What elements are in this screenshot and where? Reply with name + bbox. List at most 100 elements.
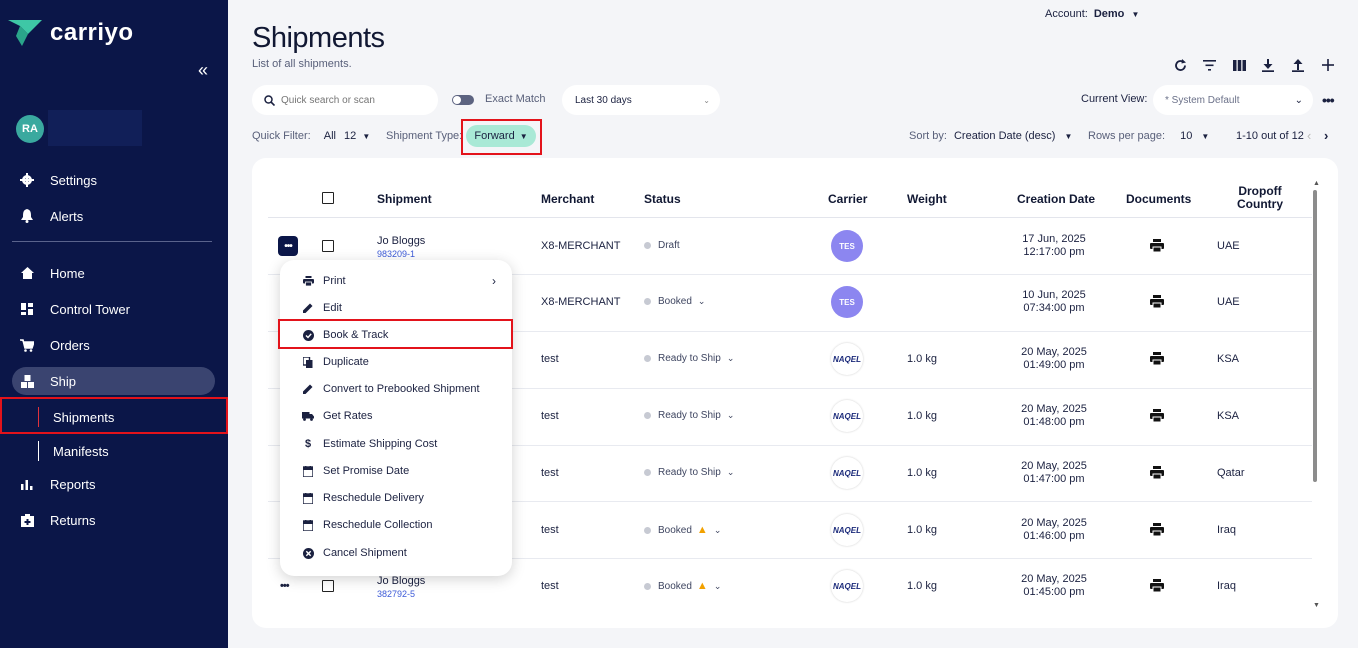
- menu-item-label: Reschedule Collection: [323, 519, 433, 531]
- search-box[interactable]: [252, 85, 438, 115]
- quick-filter-label: Quick Filter:: [252, 130, 311, 142]
- menu-item-duplicate[interactable]: Duplicate: [280, 350, 512, 374]
- sidebar-item-home[interactable]: Home: [0, 259, 228, 287]
- select-all-checkbox[interactable]: [322, 192, 334, 204]
- upload-icon[interactable]: [1290, 57, 1306, 73]
- creation-time: 01:46:00 pm: [1023, 530, 1085, 542]
- menu-item-convert-to-prebooked-shipment[interactable]: Convert to Prebooked Shipment: [280, 377, 512, 401]
- dropoff-country-cell: KSA: [1217, 410, 1240, 422]
- plus-icon[interactable]: [1320, 57, 1336, 73]
- status-text: Booked: [658, 524, 692, 536]
- column-header-weight[interactable]: Weight: [907, 192, 947, 206]
- menu-item-get-rates[interactable]: Get Rates: [280, 404, 512, 428]
- menu-item-estimate-shipping-cost[interactable]: $ Estimate Shipping Cost: [280, 432, 512, 456]
- chevron-down-icon[interactable]: ⌄: [714, 581, 722, 592]
- chevron-right-icon[interactable]: ›: [1324, 128, 1328, 143]
- row-actions-button[interactable]: •••: [280, 580, 290, 592]
- menu-item-print[interactable]: Print ›: [280, 269, 512, 293]
- chevron-left-icon[interactable]: ‹: [1307, 128, 1311, 143]
- column-header-carrier[interactable]: Carrier: [828, 192, 867, 206]
- carrier-logo: TES: [831, 286, 863, 318]
- brand-logo[interactable]: carriyo: [8, 18, 134, 48]
- status-badge[interactable]: Booked ⌄: [644, 296, 705, 307]
- chevron-down-icon: ⌄: [703, 95, 710, 105]
- scroll-down-icon[interactable]: ▼: [1313, 602, 1320, 609]
- printer-icon[interactable]: [1150, 239, 1164, 253]
- menu-item-set-promise-date[interactable]: Set Promise Date: [280, 459, 512, 483]
- sidebar-item-ship[interactable]: Ship: [12, 367, 215, 395]
- shipment-id-link[interactable]: 382792-5: [377, 589, 415, 599]
- chevron-down-icon: ▼: [1131, 10, 1140, 19]
- vertical-scrollbar[interactable]: [1313, 190, 1317, 482]
- more-options-icon[interactable]: •••: [1322, 92, 1335, 108]
- column-header-shipment[interactable]: Shipment: [377, 192, 432, 206]
- printer-icon[interactable]: [1150, 352, 1164, 366]
- creation-date: 10 Jun, 2025: [1022, 289, 1086, 301]
- current-view-select[interactable]: * System Default ⌄: [1153, 85, 1313, 115]
- columns-icon[interactable]: [1231, 57, 1247, 73]
- exact-match-toggle[interactable]: [452, 95, 474, 105]
- creation-date: 20 May, 2025: [1021, 573, 1087, 585]
- chevron-down-icon[interactable]: ⌄: [698, 296, 706, 307]
- refresh-icon[interactable]: [1172, 57, 1188, 73]
- sort-by[interactable]: Sort by: Creation Date (desc) ▼: [909, 130, 1072, 142]
- chevron-down-icon[interactable]: ⌄: [727, 353, 735, 364]
- column-header-status[interactable]: Status: [644, 192, 681, 206]
- column-header-creation-date[interactable]: Creation Date: [1017, 192, 1095, 206]
- sort-value: Creation Date (desc): [953, 130, 1056, 142]
- creation-time: 01:48:00 pm: [1023, 416, 1085, 428]
- account-selector[interactable]: Account: Demo ▼: [1045, 8, 1139, 20]
- column-header-merchant[interactable]: Merchant: [541, 192, 594, 206]
- merchant-cell: X8-MERCHANT: [541, 296, 621, 308]
- download-icon[interactable]: [1260, 57, 1276, 73]
- menu-item-edit[interactable]: Edit: [280, 296, 512, 320]
- column-header-documents[interactable]: Documents: [1126, 192, 1191, 206]
- sidebar: carriyo « RA Settings Alerts Home Contro…: [0, 0, 228, 648]
- creation-time: 01:45:00 pm: [1023, 586, 1085, 598]
- scroll-up-icon[interactable]: ▲: [1313, 180, 1320, 187]
- status-badge[interactable]: Ready to Ship ⌄: [644, 410, 734, 421]
- chevron-down-icon[interactable]: ⌄: [714, 525, 722, 536]
- menu-item-reschedule-delivery[interactable]: Reschedule Delivery: [280, 486, 512, 510]
- row-checkbox[interactable]: [322, 240, 334, 252]
- printer-icon[interactable]: [1150, 409, 1164, 423]
- printer-icon[interactable]: [1150, 295, 1164, 309]
- row-context-menu: Print › Edit Book & Track Duplicate Convert t…: [280, 260, 512, 576]
- row-actions-button[interactable]: •••: [278, 236, 298, 256]
- status-badge[interactable]: Booked ▲ ⌄: [644, 580, 721, 592]
- filter-icon[interactable]: [1201, 57, 1217, 73]
- weight-cell: 1.0 kg: [907, 353, 937, 365]
- date-range-select[interactable]: Last 30 days ⌄: [562, 85, 720, 115]
- sidebar-item-orders[interactable]: Orders: [0, 331, 228, 359]
- printer-icon[interactable]: [1150, 523, 1164, 537]
- chevron-down-icon[interactable]: ⌄: [727, 467, 735, 478]
- printer-icon[interactable]: [1150, 466, 1164, 480]
- menu-item-cancel-shipment[interactable]: Cancel Shipment: [280, 541, 512, 565]
- avatar[interactable]: RA: [16, 115, 44, 143]
- sidebar-item-settings[interactable]: Settings: [0, 166, 228, 194]
- row-checkbox[interactable]: [322, 580, 334, 592]
- sidebar-item-reports[interactable]: Reports: [0, 470, 228, 498]
- quick-filter[interactable]: Quick Filter: All 12 ▼: [252, 130, 370, 142]
- sidebar-item-alerts[interactable]: Alerts: [0, 202, 228, 230]
- sidebar-subitem-manifests[interactable]: Manifests: [38, 441, 109, 461]
- chevron-down-icon[interactable]: ⌄: [727, 410, 735, 421]
- page-title: Shipments: [252, 22, 385, 54]
- sidebar-item-returns[interactable]: Returns: [0, 506, 228, 534]
- status-dot: [644, 242, 651, 249]
- rows-per-page[interactable]: Rows per page: 10 ▼: [1088, 130, 1209, 142]
- double-chevron-left-icon[interactable]: «: [198, 60, 208, 81]
- creation-date: 20 May, 2025: [1021, 517, 1087, 529]
- status-badge[interactable]: Booked ▲ ⌄: [644, 524, 721, 536]
- menu-item-reschedule-collection[interactable]: Reschedule Collection: [280, 513, 512, 537]
- status-badge[interactable]: Ready to Ship ⌄: [644, 353, 734, 364]
- search-input[interactable]: [281, 94, 421, 106]
- header-divider: [268, 217, 1312, 218]
- sidebar-item-control-tower[interactable]: Control Tower: [0, 295, 228, 323]
- column-header-dropoff-country[interactable]: Dropoff Country: [1234, 185, 1286, 211]
- shipment-id-link[interactable]: 983209-1: [377, 249, 415, 259]
- creation-date-cell: 10 Jun, 2025 07:34:00 pm: [1009, 289, 1099, 315]
- cart-icon: [19, 337, 35, 353]
- printer-icon[interactable]: [1150, 579, 1164, 593]
- status-badge[interactable]: Ready to Ship ⌄: [644, 467, 734, 478]
